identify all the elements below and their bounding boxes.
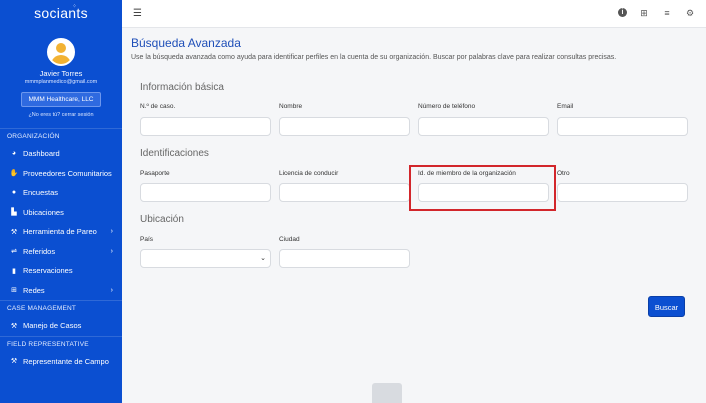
- gear-icon[interactable]: ⚙: [684, 7, 696, 19]
- sidebar-item-label: Redes: [23, 285, 45, 295]
- phone-label: Número de teléfono: [418, 103, 476, 110]
- avatar: [47, 38, 75, 66]
- menu-icon[interactable]: ☰: [133, 8, 142, 19]
- sidebar-item-encuestas[interactable]: ● Encuestas: [0, 183, 122, 203]
- sidebar-item-dashboard[interactable]: ◕ Dashboard: [0, 144, 122, 164]
- phone-input[interactable]: [418, 117, 549, 136]
- case-number-input[interactable]: [140, 117, 271, 136]
- section-basic-info: Información básica: [140, 82, 224, 93]
- chevron-down-icon: ⌄: [260, 255, 266, 262]
- logo-dots-icon: ⁘: [72, 4, 78, 10]
- sidebar-item-label: Encuestas: [23, 188, 59, 198]
- city-input[interactable]: [279, 249, 410, 268]
- sidebar-item-representante[interactable]: ⚒ Representante de Campo: [0, 352, 122, 372]
- sidebar-item-manejo-casos[interactable]: ⚒ Manejo de Casos: [0, 316, 122, 336]
- sidebar-item-label: Reservaciones: [23, 266, 73, 276]
- sidebar-item-herramienta[interactable]: ⚒ Herramienta de Pareo ›: [0, 222, 122, 242]
- email-label: Email: [557, 103, 574, 110]
- license-input[interactable]: [279, 183, 410, 202]
- email-input[interactable]: [557, 117, 688, 136]
- user-email: mmmplanmedico@gmail.com: [24, 79, 98, 85]
- user-name: Javier Torres: [39, 69, 83, 78]
- org-button[interactable]: MMM Healthcare, LLC: [21, 92, 101, 107]
- city-label: Ciudad: [279, 236, 300, 243]
- sidebar-item-label: Proveedores Comunitarios: [23, 168, 112, 178]
- info-icon[interactable]: i: [618, 8, 627, 17]
- search-button[interactable]: Buscar: [648, 296, 685, 317]
- section-organizacion: ORGANIZACIÓN: [0, 128, 122, 144]
- sidebar-item-label: Referidos: [23, 246, 56, 256]
- case-number-label: N.º de caso.: [140, 103, 176, 110]
- chevron-right-icon: ›: [110, 286, 113, 294]
- chevron-right-icon: ›: [110, 247, 113, 255]
- passport-label: Pasaporte: [140, 170, 170, 177]
- sidebar-item-label: Representante de Campo: [23, 356, 109, 366]
- sidebar-item-referidos[interactable]: ⇌ Referidos ›: [0, 242, 122, 262]
- country-select[interactable]: ⌄: [140, 249, 271, 268]
- sidebar-item-proveedores[interactable]: ✋ Proveedores Comunitarios: [0, 164, 122, 184]
- image-placeholder-icon: [372, 383, 402, 403]
- exchange-icon: ⇌: [11, 248, 17, 256]
- comments-icon: ●: [11, 189, 17, 197]
- passport-input[interactable]: [140, 183, 271, 202]
- main-content: Búsqueda Avanzada Use la búsqueda avanza…: [122, 28, 706, 403]
- user-profile: Javier Torres mmmplanmedico@gmail.com MM…: [0, 26, 122, 118]
- name-label: Nombre: [279, 103, 303, 110]
- chevron-right-icon: ›: [110, 228, 113, 236]
- handshake-icon: ✋: [9, 170, 19, 178]
- page-title: Búsqueda Avanzada: [131, 36, 241, 50]
- other-label: Otro: [557, 170, 570, 177]
- section-field-representative: FIELD REPRESENTATIVE: [0, 335, 122, 352]
- sidebar-item-redes[interactable]: ⊞ Redes ›: [0, 281, 122, 301]
- country-label: País: [140, 236, 154, 243]
- sidebar-item-label: Herramienta de Pareo: [23, 227, 97, 237]
- sidebar-item-reservaciones[interactable]: ▮ Reservaciones: [0, 261, 122, 281]
- sidebar-item-ubicaciones[interactable]: ▙ Ubicaciones: [0, 203, 122, 223]
- section-case-management: CASE MANAGEMENT: [0, 300, 122, 316]
- section-ids: Identificaciones: [140, 148, 209, 159]
- other-input[interactable]: [557, 183, 688, 202]
- top-bar: ☰ i ⊞ ≡ ⚙: [122, 0, 706, 28]
- palette-icon: ◕: [11, 150, 17, 158]
- magic-icon: ⚒: [10, 322, 18, 330]
- building-icon: ▙: [11, 209, 17, 217]
- section-location: Ubicación: [140, 214, 184, 225]
- logo-text: sociants: [34, 5, 88, 21]
- sidebar-item-label: Ubicaciones: [23, 207, 64, 217]
- sidebar-item-label: Manejo de Casos: [23, 321, 82, 331]
- app-logo[interactable]: ⁘ sociants: [0, 0, 122, 26]
- highlight-box: [409, 165, 556, 211]
- sitemap-icon[interactable]: ⊞: [638, 7, 650, 19]
- name-input[interactable]: [279, 117, 410, 136]
- sliders-icon[interactable]: ≡: [661, 7, 673, 19]
- book-icon: ▮: [12, 267, 16, 275]
- sitemap-icon: ⊞: [11, 287, 17, 295]
- page-subtitle: Use la búsqueda avanzada como ayuda para…: [131, 54, 617, 61]
- sidebar-item-label: Dashboard: [23, 149, 60, 159]
- sidebar: ⁘ sociants Javier Torres mmmplanmedico@g…: [0, 0, 122, 403]
- license-label: Licencia de conducir: [279, 170, 339, 177]
- magic-icon: ⚒: [10, 228, 18, 236]
- magic-icon: ⚒: [10, 358, 18, 366]
